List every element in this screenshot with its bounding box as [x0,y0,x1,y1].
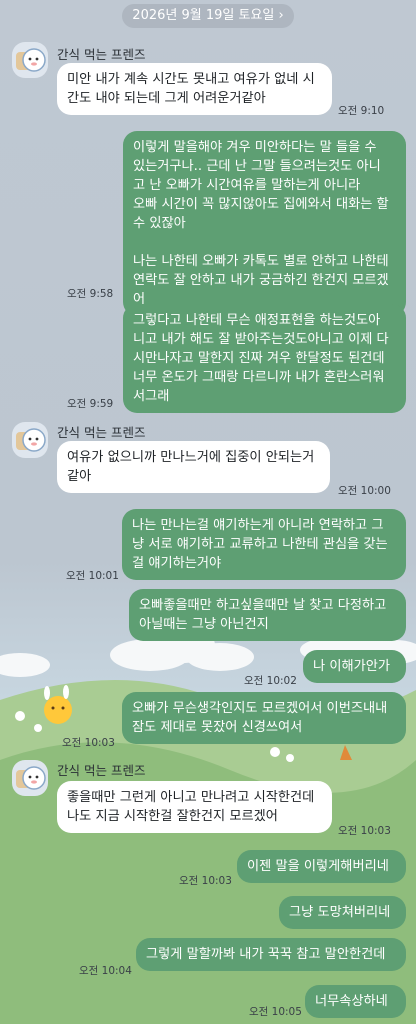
message-timestamp: 오전 10:00 [338,485,391,497]
message-bubble-sent[interactable]: 그냥 도망쳐버리네 [279,896,406,929]
message-timestamp: 오전 9:59 [67,398,114,410]
message-bubble-sent[interactable]: 나 이해가안가 [303,650,406,683]
message-line: 같아 [67,469,92,484]
message-line: 나는 만나는걸 얘기하는게 아니라 연락하고 그 [132,518,384,533]
message-line: 냥 서로 얘기하고 교류하고 나한테 관심을 갖는 [132,537,388,552]
message-bubble-sent[interactable]: 이젠 말을 이렇게해버리네 [237,850,406,883]
message-line: 오빠가 무슨생각인지도 모르겠어서 이번즈내내 [132,701,388,716]
message-line: 오빠 시간이 꼭 많지않아도 집에와서 대화는 할 [133,197,389,212]
message-timestamp: 오전 10:03 [338,825,391,837]
message-timestamp: 오전 10:01 [66,570,119,582]
message-bubble-sent[interactable]: 너무속상하네 [305,985,406,1018]
message-line: 그냥 도망쳐버리네 [289,905,391,920]
message-line: 있는거구나.. 근데 난 그말 들으려는것도 아니 [133,159,381,174]
message-bubble-sent[interactable]: 그렇다고 나한테 무슨 애정표현을 하는것도아니고 내가 해도 잘 받아주는것도… [123,304,406,413]
message-timestamp: 오전 10:05 [249,1006,302,1018]
friend-character-icon [16,48,46,72]
message-bubble-sent[interactable]: 오빠가 무슨생각인지도 모르겠어서 이번즈내내잠도 제대로 못잤어 신경쓰여서 [122,692,406,744]
sender-name: 간식 먹는 프렌즈 [57,425,146,440]
message-bubble-received[interactable]: 좋을때만 그런게 아니고 만나려고 시작한건데나도 지금 시작한걸 잘한건지 모… [57,781,332,833]
message-timestamp: 오전 10:04 [79,965,132,977]
message-line: 너무속상하네 [315,994,388,1009]
message-line: 아닐때는 그냥 아닌건지 [139,617,269,632]
message-line: 너무 온도가 그때랑 다르니까 내가 혼란스러워 [133,370,385,385]
friend-character-icon [16,766,46,790]
message-timestamp: 오전 9:58 [67,288,114,300]
message-line: 간도 내야 되는데 그게 어려운거같아 [67,91,266,106]
message-line: 시만나자고 말한지 진짜 겨우 한달정도 된건데 [133,351,385,366]
message-bubble-sent[interactable]: 나는 만나는걸 얘기하는게 아니라 연락하고 그냥 서로 얘기하고 교류하고 나… [122,509,406,580]
sender-name: 간식 먹는 프렌즈 [57,47,146,62]
message-line: 고 난 오빠가 시간여유를 말하는게 아니라 [133,178,361,193]
message-line: 잠도 제대로 못잤어 신경쓰여서 [132,720,303,735]
message-line: 나도 지금 시작한걸 잘한건지 모르겠어 [67,809,278,824]
message-line: 그렇게 말할까봐 내가 꾹꾹 참고 말안한건데 [146,947,386,962]
message-bubble-sent[interactable]: 그렇게 말할까봐 내가 꾹꾹 참고 말안한건데 [136,938,406,971]
message-line: 수 있잖아 [133,216,186,231]
message-bubble-received[interactable]: 미안 내가 계속 시간도 못내고 여유가 없네 시간도 내야 되는데 그게 어려… [57,63,332,115]
message-line: 이젠 말을 이렇게해버리네 [247,859,389,874]
message-line: 연락도 잘 안하고 내가 궁금하긴 한건지 모르겠 [133,273,389,288]
message-timestamp: 오전 10:02 [244,675,297,687]
avatar[interactable] [12,422,48,458]
message-line: 그렇다고 나한테 무슨 애정표현을 하는것도아 [133,313,381,328]
date-header[interactable]: 2026년 9월 19일 토요일 › [122,4,294,28]
message-timestamp: 오전 9:10 [338,105,385,117]
message-line: 나 이해가안가 [313,659,390,674]
message-line: 서그래 [133,389,170,404]
message-bubble-received[interactable]: 여유가 없으니까 만나느거에 집중이 안되는거같아 [57,441,330,493]
message-bubble-sent[interactable]: 오빠좋을때만 하고싶을때만 날 찾고 다정하고아닐때는 그냥 아닌건지 [129,589,406,641]
message-line: 여유가 없으니까 만나느거에 집중이 안되는거 [67,450,315,465]
avatar[interactable] [12,42,48,78]
message-line: 이렇게 말을해야 겨우 미안하다는 말 들을 수 [133,140,377,155]
message-line: 나는 나한테 오빠가 카톡도 별로 안하고 나한테 [133,254,389,269]
message-timestamp: 오전 10:03 [179,875,232,887]
message-line: 좋을때만 그런게 아니고 만나려고 시작한건데 [67,790,315,805]
chat-room: 2026년 9월 19일 토요일 › 간식 먹는 프렌즈 미안 내가 계속 시간도… [0,0,416,1024]
sender-name: 간식 먹는 프렌즈 [57,763,146,778]
message-line: 미안 내가 계속 시간도 못내고 여유가 없네 시 [67,72,315,87]
message-line: 오빠좋을때만 하고싶을때만 날 찾고 다정하고 [139,598,387,613]
message-line: 니고 내가 해도 잘 받아주는것도아니고 이제 다 [133,332,389,347]
message-timestamp: 오전 10:03 [62,737,115,749]
message-line [133,233,396,252]
friend-character-icon [16,428,46,452]
message-bubble-sent[interactable]: 이렇게 말을해야 겨우 미안하다는 말 들을 수있는거구나.. 근데 난 그말 … [123,131,406,316]
avatar[interactable] [12,760,48,796]
message-line: 걸 얘기하는거야 [132,556,222,571]
